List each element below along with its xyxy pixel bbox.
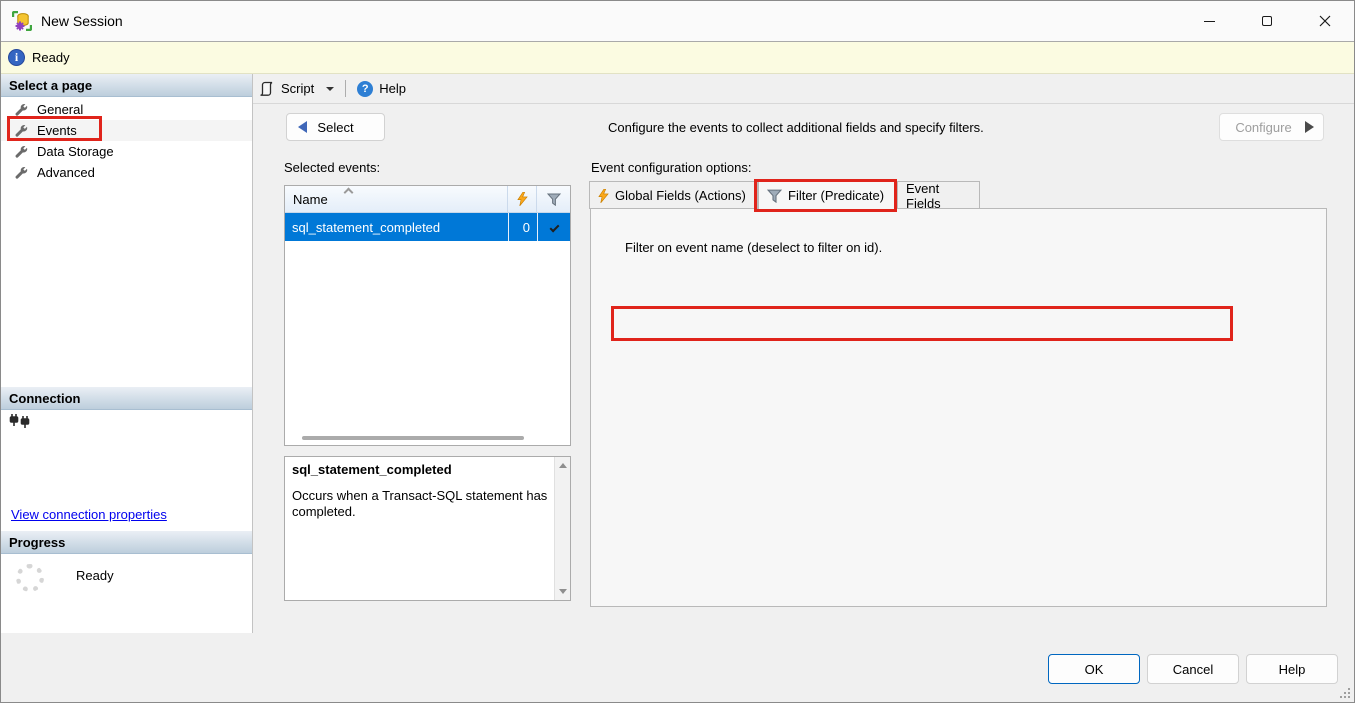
- sidebar-item-general[interactable]: General: [1, 99, 252, 120]
- help-icon: ?: [357, 81, 373, 97]
- script-icon: [259, 81, 275, 97]
- sidebar-item-advanced[interactable]: Advanced: [1, 162, 252, 183]
- actions-column-header[interactable]: [508, 186, 537, 212]
- title-bar: New Session: [1, 1, 1354, 41]
- toolbar-separator: [345, 80, 346, 97]
- filter-tab-panel: [590, 208, 1327, 607]
- info-icon: i: [8, 49, 25, 66]
- scroll-down-icon: [559, 589, 567, 594]
- close-icon: [1319, 15, 1331, 27]
- minimize-icon: [1204, 21, 1215, 22]
- wrench-icon: [14, 145, 28, 159]
- wrench-icon: [14, 166, 28, 180]
- resize-grip[interactable]: [1338, 686, 1350, 698]
- tab-filter-predicate-label: Filter (Predicate): [788, 188, 884, 203]
- connection-plugs-icon: [9, 414, 31, 432]
- progress-status: Ready: [76, 568, 114, 583]
- sidebar-item-label: General: [37, 102, 83, 117]
- window-title: New Session: [41, 1, 123, 41]
- event-description-body: Occurs when a Transact-SQL statement has…: [292, 488, 548, 520]
- new-session-dialog: New Session i Ready Select a page Genera…: [0, 0, 1355, 703]
- sort-ascending-icon: [344, 188, 354, 198]
- help-label: Help: [379, 81, 406, 96]
- cancel-label: Cancel: [1173, 662, 1213, 677]
- lightning-icon: [517, 192, 528, 206]
- event-config-label: Event configuration options:: [591, 160, 751, 175]
- wrench-icon: [14, 124, 28, 138]
- event-actions-count-cell: 0: [508, 213, 537, 241]
- sidebar-item-data-storage[interactable]: Data Storage: [1, 141, 252, 162]
- help-label: Help: [1279, 662, 1306, 677]
- forward-arrow-icon: [1305, 121, 1314, 133]
- select-step-label: Select: [317, 120, 353, 135]
- main-toolbar: Script ? Help: [253, 74, 1355, 104]
- help-button[interactable]: Help: [1246, 654, 1338, 684]
- configure-step-button[interactable]: Configure: [1219, 113, 1324, 141]
- cancel-button[interactable]: Cancel: [1147, 654, 1239, 684]
- maximize-button[interactable]: [1238, 1, 1296, 41]
- help-toolbar-button[interactable]: ? Help: [357, 81, 406, 97]
- view-connection-properties-link[interactable]: View connection properties: [11, 507, 167, 522]
- checkmark-icon: [549, 222, 559, 232]
- tab-filter-predicate[interactable]: Filter (Predicate): [758, 180, 897, 210]
- select-step-button[interactable]: Select: [286, 113, 385, 141]
- maximize-icon: [1262, 16, 1272, 26]
- event-description-title: sql_statement_completed: [292, 462, 548, 477]
- event-description-panel: sql_statement_completed Occurs when a Tr…: [284, 456, 571, 601]
- selected-events-label: Selected events:: [284, 160, 380, 175]
- horizontal-scrollbar[interactable]: [302, 436, 524, 440]
- ok-button[interactable]: OK: [1048, 654, 1140, 684]
- progress-spinner-icon: [16, 564, 44, 592]
- sidebar-item-label: Advanced: [37, 165, 95, 180]
- sidebar: Select a page General Events Data Storag…: [1, 74, 253, 633]
- minimize-button[interactable]: [1180, 1, 1238, 41]
- event-name-cell: sql_statement_completed: [285, 213, 508, 241]
- chevron-down-icon: [326, 87, 334, 91]
- sidebar-item-events[interactable]: Events: [1, 120, 252, 141]
- funnel-icon: [547, 193, 561, 206]
- filter-column-header[interactable]: [537, 186, 570, 212]
- status-text: Ready: [32, 50, 70, 65]
- status-bar: i Ready: [1, 41, 1354, 74]
- session-icon: [12, 11, 32, 31]
- event-filter-cell: [537, 213, 570, 241]
- scroll-up-icon: [559, 463, 567, 468]
- tab-event-fields-label: Event Fields: [906, 181, 971, 211]
- script-label: Script: [281, 81, 314, 96]
- name-column-header[interactable]: Name: [285, 186, 508, 212]
- sidebar-item-label: Events: [37, 123, 77, 138]
- description-scrollbar[interactable]: [554, 457, 570, 600]
- progress-header: Progress: [1, 531, 252, 554]
- funnel-icon: [767, 189, 782, 203]
- connection-header: Connection: [1, 387, 252, 410]
- select-a-page-header: Select a page: [1, 74, 252, 97]
- script-button[interactable]: Script: [259, 81, 334, 97]
- selected-events-list: Name sql_statement_completed 0: [284, 185, 571, 446]
- selected-events-header: Name: [285, 186, 570, 213]
- ok-label: OK: [1085, 662, 1104, 677]
- name-column-label: Name: [293, 192, 328, 207]
- tab-global-fields[interactable]: Global Fields (Actions): [589, 181, 758, 209]
- instruction-text: Configure the events to collect addition…: [608, 120, 984, 135]
- lightning-icon: [598, 189, 609, 203]
- filter-checkbox-label: Filter on event name (deselect to filter…: [625, 240, 882, 255]
- selected-event-row[interactable]: sql_statement_completed 0: [285, 213, 570, 241]
- tab-event-fields[interactable]: Event Fields: [897, 181, 980, 209]
- sidebar-item-label: Data Storage: [37, 144, 114, 159]
- wrench-icon: [14, 103, 28, 117]
- back-arrow-icon: [298, 121, 307, 133]
- close-button[interactable]: [1296, 1, 1354, 41]
- configure-step-label: Configure: [1235, 120, 1291, 135]
- tab-global-fields-label: Global Fields (Actions): [615, 188, 746, 203]
